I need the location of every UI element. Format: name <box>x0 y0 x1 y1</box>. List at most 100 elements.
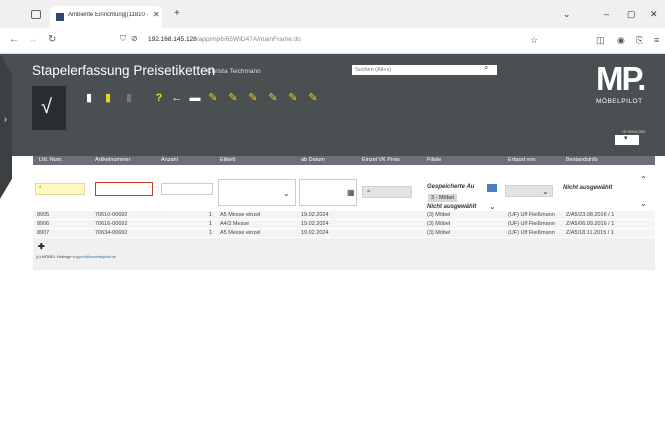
account-icon[interactable]: ◉ <box>617 35 625 46</box>
column-header[interactable]: Einzel VK Preis <box>362 157 400 163</box>
cell-bestand: Z/A5/06.09.2016 / 1 <box>566 221 615 227</box>
label-print-icon[interactable]: ✎ <box>206 91 220 105</box>
copy-document-icon[interactable]: ▮ <box>101 91 115 105</box>
menu-icon[interactable]: ≡ <box>654 35 659 45</box>
datum-filter-input[interactable]: ▦ <box>299 179 357 206</box>
filiale-filter[interactable]: Gespeicherte Au 3 - Möbel Nicht ausgewäh… <box>427 177 502 211</box>
cell-anzahl: 1 <box>209 221 213 227</box>
cell-etikett: A5 Messe einzel <box>220 212 261 218</box>
lfd-filter-value: * <box>39 186 42 192</box>
pocket-icon[interactable]: ◫ <box>596 35 605 46</box>
cell-filiale: (3) Möbel <box>427 230 451 236</box>
column-header[interactable]: Erfasst von <box>508 157 536 163</box>
column-header[interactable]: Artikelnummer <box>95 157 130 163</box>
logo-mark: MP. <box>596 60 646 97</box>
url-field[interactable]: ⛉ ⊘ 192.168.145.128/app/mp6/65WID47A/mai… <box>118 32 566 49</box>
chevron-down-icon[interactable]: ⌄ <box>563 9 571 20</box>
chevron-down-icon[interactable]: ⌄ <box>640 199 647 208</box>
profile-dropdown[interactable]: ▾ <box>615 135 639 145</box>
browser-tabstrip: Ambiente Einrichtung|(11810 - ✕ + ⌄ – ▢ … <box>0 0 665 28</box>
chevron-down-icon: ⌄ <box>542 187 549 196</box>
preis-filter-value: = <box>367 189 371 195</box>
cell-bestand: Z/A5/18.11.2015 / 1 <box>566 230 614 236</box>
search-icon[interactable]: ⌕ <box>484 63 488 73</box>
cell-anzahl: 1 <box>209 230 213 236</box>
app-header: Stapelerfassung Preisetiketten Christa T… <box>0 54 665 156</box>
url-text: 192.168.145.128/app/mp6/65WID47A/mainFra… <box>148 36 301 43</box>
label-print-5-icon[interactable]: ✎ <box>286 91 300 105</box>
close-icon[interactable]: ✕ <box>153 10 160 19</box>
cell-datum: 19.02.2024 <box>301 212 329 218</box>
new-tab-icon[interactable]: + <box>174 8 180 19</box>
label-print-4-icon[interactable]: ✎ <box>266 91 280 105</box>
help-icon[interactable]: ? <box>152 91 166 105</box>
cell-anzahl: 1 <box>209 212 213 218</box>
confirm-button[interactable]: √ <box>32 86 66 130</box>
column-header[interactable]: Bestandsinfo <box>566 157 598 163</box>
table-row[interactable]: 8906 70616-00692 1 A4/3 Messe 19.02.2024… <box>33 220 655 229</box>
cell-etikett: A4/3 Messe <box>220 221 250 227</box>
label-print-2-icon[interactable]: ✎ <box>226 91 240 105</box>
column-header[interactable]: Anzahl <box>161 157 178 163</box>
calendar-icon[interactable]: ▦ <box>347 188 355 197</box>
lfd-filter-input[interactable]: * <box>35 183 85 195</box>
tab-title: Ambiente Einrichtung|(11810 - <box>68 12 148 18</box>
label-print-6-icon[interactable]: ✎ <box>306 91 320 105</box>
cell-lfd: 8907 <box>37 230 50 236</box>
column-header[interactable]: Lfd. Num. <box>39 157 63 163</box>
cell-filiale: (3) Möbel <box>427 221 451 227</box>
cell-etikett: A5 Messe einzel <box>220 230 261 236</box>
star-icon[interactable]: ☆ <box>530 35 538 46</box>
cell-erfasst: (UF) Ulf Fleißmann <box>508 221 555 227</box>
label-print-3-icon[interactable]: ✎ <box>246 91 260 105</box>
chevron-down-icon[interactable]: ⌄ <box>489 202 496 211</box>
delete-icon[interactable]: ▮ <box>122 91 136 105</box>
forward-icon[interactable]: → <box>28 34 38 45</box>
add-row-icon[interactable]: ✚ <box>38 242 45 251</box>
address-bar: ← → ↻ ⛉ ⊘ 192.168.145.128/app/mp6/65WID4… <box>0 28 665 54</box>
close-window-icon[interactable]: ✕ <box>650 9 658 20</box>
filiale-selector-button[interactable] <box>487 184 497 192</box>
browser-tab[interactable]: Ambiente Einrichtung|(11810 - ✕ <box>50 6 162 28</box>
maximize-icon[interactable]: ▢ <box>627 9 636 20</box>
tab-overview-icon[interactable] <box>31 10 41 19</box>
filiale-chip[interactable]: 3 - Möbel <box>428 194 457 202</box>
cell-artnr: 70610-00692 <box>95 212 128 218</box>
chevron-up-icon[interactable]: ⌃ <box>640 175 647 184</box>
artikelnummer-filter-input[interactable] <box>95 182 153 196</box>
bestand-filter[interactable]: Nicht ausgewählt ⌃ ⌄ <box>563 175 653 208</box>
anzahl-filter-input[interactable] <box>161 183 213 195</box>
extensions-icon[interactable]: ⎘ <box>636 35 643 46</box>
chevron-down-icon: ▾ <box>624 135 628 142</box>
etikett-filter-select[interactable]: ⌄ <box>218 179 296 206</box>
footer-text: (c) MÖBEL Hotlinge support@moebelpilot.d… <box>36 254 116 259</box>
filiale-saved-label: Gespeicherte Au <box>427 184 475 190</box>
back-arrow-icon[interactable]: ← <box>170 91 184 105</box>
logo-text: MÖBELPILOT <box>596 98 643 105</box>
column-header[interactable]: ab Datum <box>301 157 325 163</box>
new-document-icon[interactable]: ▮ <box>82 91 96 105</box>
search-input[interactable] <box>352 65 497 75</box>
cell-erfasst: (UF) Ulf Fleißmann <box>508 212 555 218</box>
empty-content-area <box>0 270 665 448</box>
data-grid: Lfd. Num. Artikelnummer Anzahl Etikett a… <box>33 156 655 282</box>
print-icon[interactable]: ▬ <box>188 91 202 105</box>
cell-filiale: (3) Möbel <box>427 212 451 218</box>
back-icon[interactable]: ← <box>9 34 19 45</box>
table-row[interactable]: 8907 70634-00692 1 A5 Messe einzel 19.02… <box>33 229 655 238</box>
bestand-nicht-label: Nicht ausgewählt <box>563 185 613 191</box>
table-row[interactable]: 8905 70610-00692 1 A5 Messe einzel 19.02… <box>33 211 655 220</box>
preis-filter-input[interactable]: = <box>362 186 412 198</box>
reload-icon[interactable]: ↻ <box>48 34 56 45</box>
sidebar-toggle[interactable]: › <box>0 54 12 199</box>
erfasst-filter-select[interactable]: ⌄ <box>505 185 553 197</box>
minimize-icon[interactable]: – <box>604 9 609 19</box>
cell-erfasst: (UF) Ulf Fleißmann <box>508 230 555 236</box>
page-title: Stapelerfassung Preisetiketten <box>32 63 216 78</box>
column-header[interactable]: Filiale <box>427 157 441 163</box>
user-name: Christa Teichmann <box>207 68 261 75</box>
cell-lfd: 8906 <box>37 221 50 227</box>
support-link[interactable]: support@moebelpilot.de <box>73 254 116 259</box>
column-header[interactable]: Etikett <box>220 157 235 163</box>
chevron-right-icon: › <box>4 114 7 124</box>
